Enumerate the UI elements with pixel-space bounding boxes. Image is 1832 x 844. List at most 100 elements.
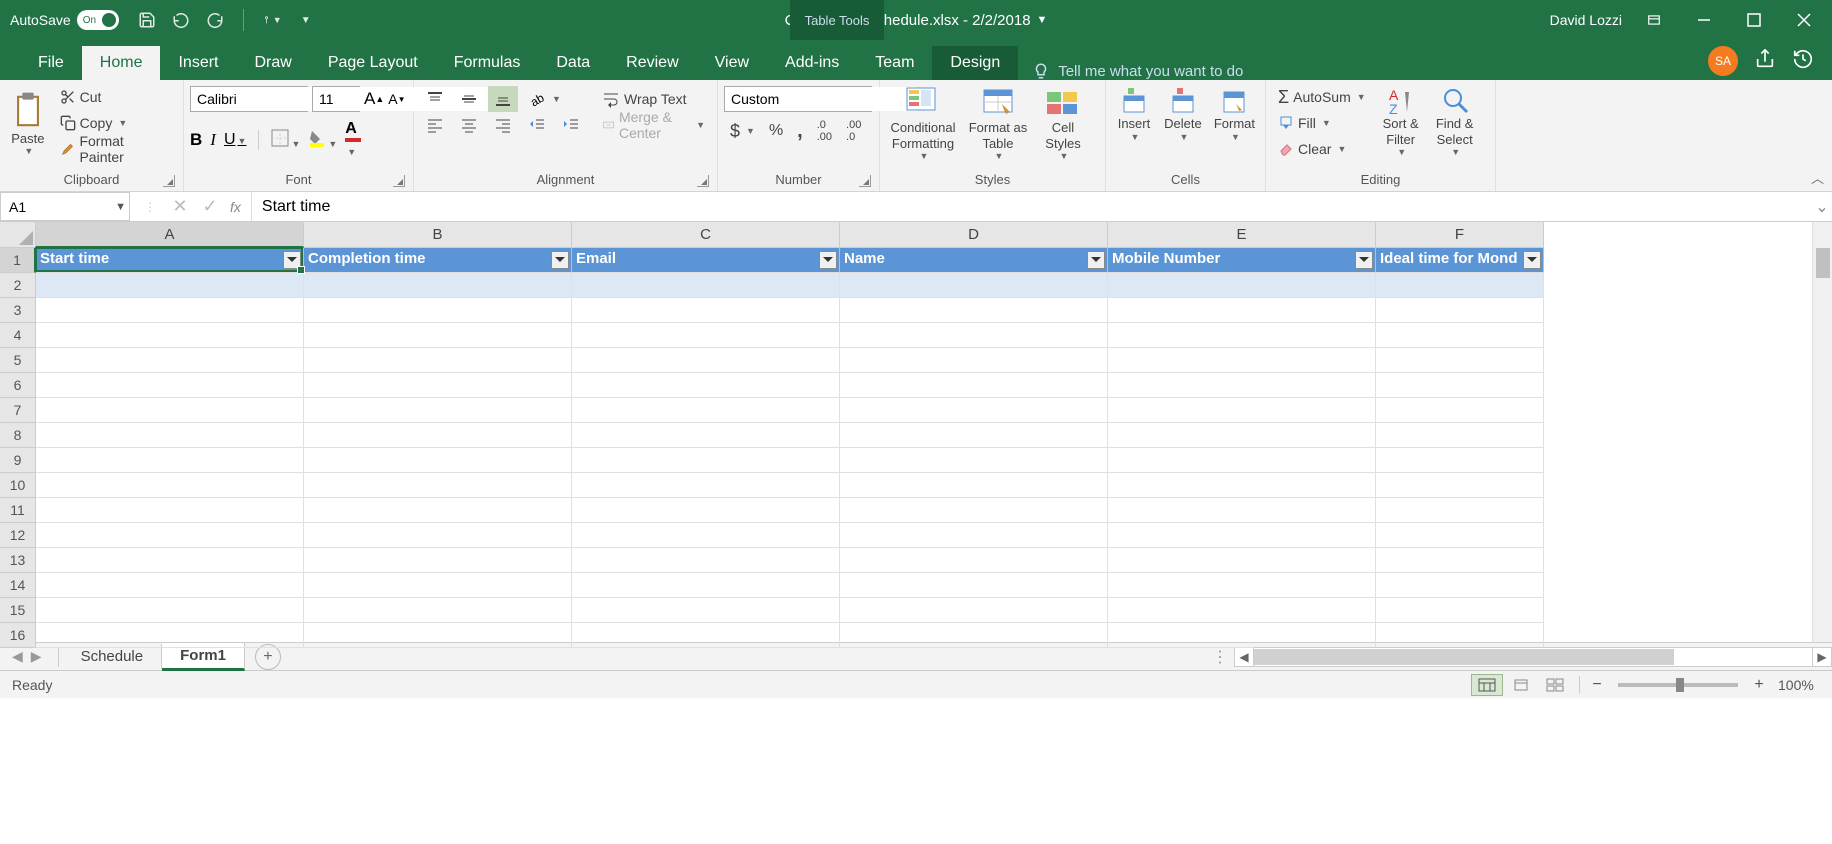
hscroll-right-button[interactable]: ▶: [1812, 647, 1832, 667]
row-header[interactable]: 15: [0, 598, 36, 623]
table-cell[interactable]: [840, 498, 1108, 523]
orientation-button[interactable]: ab▼: [522, 86, 567, 112]
table-cell[interactable]: [36, 423, 304, 448]
zoom-slider[interactable]: [1618, 683, 1738, 687]
page-break-view-button[interactable]: [1539, 674, 1571, 696]
italic-button[interactable]: I: [210, 130, 216, 150]
avatar[interactable]: SA: [1708, 46, 1738, 76]
filter-dropdown-icon[interactable]: [283, 251, 301, 269]
save-icon[interactable]: [137, 10, 157, 30]
row-header[interactable]: 3: [0, 298, 36, 323]
table-cell[interactable]: [1376, 448, 1544, 473]
borders-button[interactable]: ▼: [271, 129, 300, 152]
table-cell[interactable]: [304, 398, 572, 423]
table-cell[interactable]: [572, 423, 840, 448]
table-cell[interactable]: [1108, 498, 1376, 523]
row-header[interactable]: 16: [0, 623, 36, 648]
table-cell[interactable]: [1376, 323, 1544, 348]
tab-page-layout[interactable]: Page Layout: [310, 46, 436, 80]
decrease-decimal-button[interactable]: .00.0: [840, 118, 867, 144]
table-cell[interactable]: [572, 573, 840, 598]
format-as-table-button[interactable]: Format as Table▼: [962, 82, 1034, 166]
column-header[interactable]: B: [304, 222, 572, 248]
tab-team[interactable]: Team: [857, 46, 932, 80]
formula-input[interactable]: [252, 192, 1812, 221]
table-cell[interactable]: [572, 273, 840, 298]
tab-review[interactable]: Review: [608, 46, 696, 80]
decrease-indent-button[interactable]: [522, 112, 552, 138]
sort-filter-button[interactable]: AZSort & Filter▼: [1374, 82, 1428, 162]
tab-addins[interactable]: Add-ins: [767, 46, 857, 80]
table-cell[interactable]: [304, 548, 572, 573]
alignment-launcher[interactable]: [697, 175, 709, 187]
autosum-button[interactable]: ΣAutoSum▼: [1272, 84, 1372, 110]
table-cell[interactable]: [840, 548, 1108, 573]
autosave-toggle[interactable]: On: [77, 10, 119, 30]
table-cell[interactable]: [36, 348, 304, 373]
row-header[interactable]: 11: [0, 498, 36, 523]
underline-button[interactable]: U▼: [224, 131, 246, 149]
row-header[interactable]: 5: [0, 348, 36, 373]
filter-dropdown-icon[interactable]: [551, 251, 569, 269]
table-cell[interactable]: [572, 548, 840, 573]
delete-cells-button[interactable]: Delete▼: [1158, 82, 1208, 146]
share-icon[interactable]: [1754, 48, 1776, 75]
table-cell[interactable]: [1108, 348, 1376, 373]
table-cell[interactable]: [1108, 373, 1376, 398]
column-header[interactable]: C: [572, 222, 840, 248]
history-icon[interactable]: [1792, 48, 1814, 75]
table-cell[interactable]: [572, 598, 840, 623]
comma-format-button[interactable]: ,: [791, 118, 809, 144]
table-cell[interactable]: [1108, 298, 1376, 323]
table-header-cell[interactable]: Completion time: [304, 248, 572, 273]
table-cell[interactable]: [304, 573, 572, 598]
align-bottom-button[interactable]: [488, 86, 518, 112]
fill-button[interactable]: Fill▼: [1272, 110, 1372, 136]
name-box[interactable]: ▼: [0, 192, 130, 221]
column-header[interactable]: D: [840, 222, 1108, 248]
table-cell[interactable]: [304, 523, 572, 548]
table-cell[interactable]: [1376, 623, 1544, 648]
row-header[interactable]: 13: [0, 548, 36, 573]
ribbon-display-options-icon[interactable]: [1636, 0, 1672, 40]
collapse-ribbon-icon[interactable]: ︿: [1811, 168, 1824, 187]
column-header[interactable]: E: [1108, 222, 1376, 248]
align-top-button[interactable]: [420, 86, 450, 112]
row-header[interactable]: 7: [0, 398, 36, 423]
table-cell[interactable]: [1376, 298, 1544, 323]
tab-design[interactable]: Design: [932, 46, 1018, 80]
fx-icon[interactable]: fx: [226, 199, 245, 215]
hscroll-left-button[interactable]: ◀: [1234, 647, 1254, 667]
namebox-dropdown-icon[interactable]: ▼: [112, 201, 129, 213]
table-cell[interactable]: [36, 323, 304, 348]
table-cell[interactable]: [572, 623, 840, 648]
table-cell[interactable]: [1108, 273, 1376, 298]
table-cell[interactable]: [1376, 348, 1544, 373]
row-header[interactable]: 10: [0, 473, 36, 498]
row-header[interactable]: 6: [0, 373, 36, 398]
table-cell[interactable]: [304, 423, 572, 448]
table-cell[interactable]: [572, 448, 840, 473]
filter-dropdown-icon[interactable]: [1355, 251, 1373, 269]
table-cell[interactable]: [304, 498, 572, 523]
filter-dropdown-icon[interactable]: [1087, 251, 1105, 269]
expand-formula-bar-icon[interactable]: ⌄: [1812, 192, 1832, 221]
increase-decimal-button[interactable]: .0.00: [811, 118, 838, 144]
table-cell[interactable]: [36, 473, 304, 498]
table-cell[interactable]: [304, 273, 572, 298]
table-cell[interactable]: [572, 473, 840, 498]
undo-icon[interactable]: [171, 10, 191, 30]
table-cell[interactable]: [840, 398, 1108, 423]
column-header[interactable]: F: [1376, 222, 1544, 248]
table-cell[interactable]: [1376, 573, 1544, 598]
conditional-formatting-button[interactable]: Conditional Formatting▼: [884, 82, 962, 166]
table-cell[interactable]: [304, 623, 572, 648]
table-cell[interactable]: [572, 323, 840, 348]
table-cell[interactable]: [1108, 423, 1376, 448]
align-center-button[interactable]: [454, 112, 484, 138]
table-cell[interactable]: [840, 273, 1108, 298]
vertical-scrollbar[interactable]: [1812, 222, 1832, 642]
table-cell[interactable]: [304, 448, 572, 473]
table-cell[interactable]: [36, 573, 304, 598]
table-cell[interactable]: [840, 373, 1108, 398]
